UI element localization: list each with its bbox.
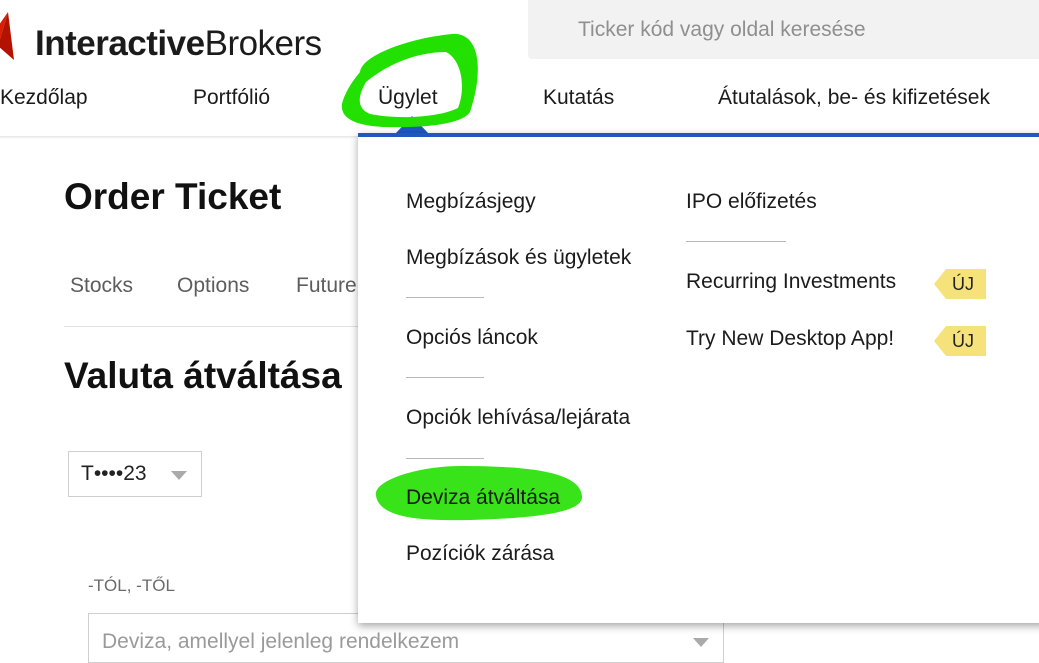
menu-item-orders-trades[interactable]: Megbízások és ügyletek [406, 246, 631, 270]
search-input[interactable] [528, 0, 1039, 59]
menu-item-desktop-app[interactable]: Try New Desktop App! [686, 327, 894, 351]
tab-stocks[interactable]: Stocks [70, 274, 133, 298]
account-selector[interactable]: T••••23 [68, 451, 202, 497]
menu-item-ipo-subscription[interactable]: IPO előfizetés [686, 190, 817, 214]
menu-separator [406, 458, 484, 459]
menu-item-close-positions[interactable]: Pozíciók zárása [406, 542, 554, 566]
nav-divider [0, 136, 360, 139]
menu-separator [406, 377, 484, 378]
menu-item-option-exercise[interactable]: Opciók lehívása/lejárata [406, 406, 630, 430]
chevron-down-icon [693, 638, 709, 647]
tabs-divider [64, 326, 364, 327]
nav-item-home[interactable]: Kezdőlap [0, 86, 88, 110]
page-title: Order Ticket [64, 176, 282, 217]
menu-item-recurring-investments[interactable]: Recurring Investments [686, 270, 896, 294]
nav-item-portfolio[interactable]: Portfólió [193, 86, 270, 110]
nav-item-transfers[interactable]: Átutalások, be- és kifizetések [718, 86, 990, 110]
search-bar[interactable] [528, 0, 1039, 59]
logo-wordmark: InteractiveBrokers [35, 24, 322, 63]
nav-item-trade[interactable]: Ügylet [378, 86, 438, 110]
menu-item-order-ticket[interactable]: Megbízásjegy [406, 190, 536, 214]
chevron-down-icon [171, 471, 187, 480]
account-selector-value: T••••23 [81, 462, 147, 485]
dropdown-pointer [396, 116, 428, 133]
from-label: -TÓL, -TŐL [88, 576, 175, 595]
tab-options[interactable]: Options [177, 274, 249, 298]
tab-futures[interactable]: Future [296, 274, 357, 298]
menu-item-option-chains[interactable]: Opciós láncok [406, 326, 538, 350]
section-title: Valuta átváltása [64, 355, 342, 396]
menu-separator [686, 241, 786, 242]
menu-item-currency-conversion[interactable]: Deviza átváltása [406, 486, 560, 510]
nav-item-research[interactable]: Kutatás [543, 86, 614, 110]
menu-separator [406, 297, 484, 298]
from-currency-placeholder: Deviza, amellyel jelenleg rendelkezem [102, 630, 460, 653]
logo-mark-icon [0, 12, 14, 60]
